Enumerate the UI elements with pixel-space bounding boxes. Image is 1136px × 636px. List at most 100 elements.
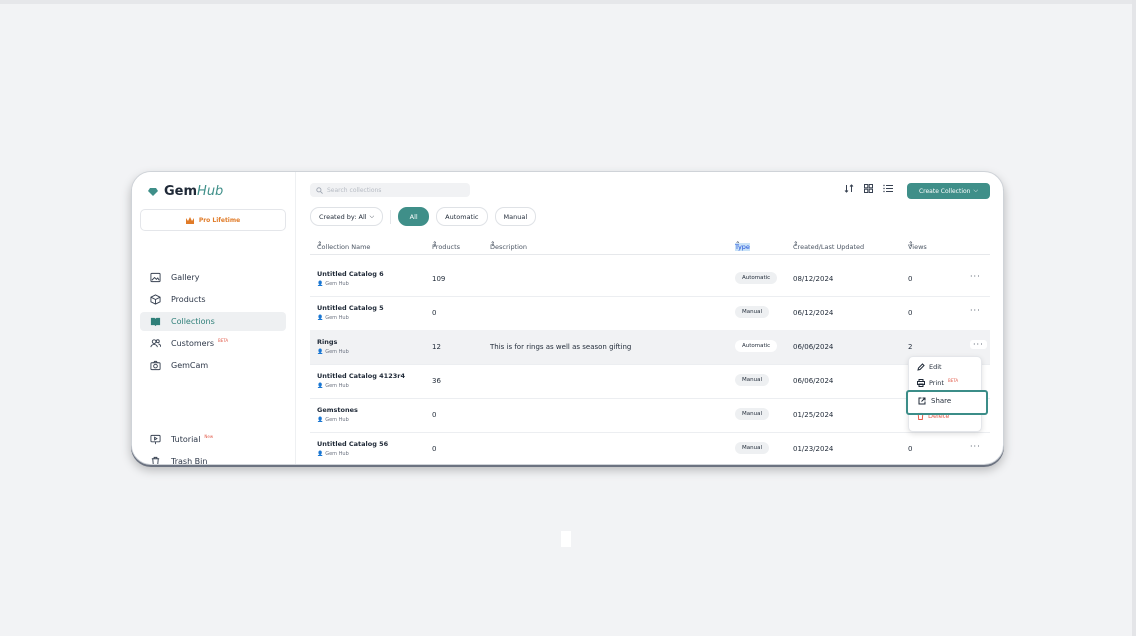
tab-automatic[interactable]: Automatic xyxy=(436,207,488,226)
filter-bar: Created by: All ⌵ All Automatic Manual xyxy=(310,207,537,226)
updated-date: 01/25/2024 xyxy=(793,411,834,419)
collection-owner: 👤 Gem Hub xyxy=(317,417,349,423)
header-type[interactable]: Type ⇕ xyxy=(735,240,750,251)
sidebar-item-gemcam[interactable]: GemCam xyxy=(140,356,286,375)
products-count: 0 xyxy=(432,309,437,317)
header-products[interactable]: Products ⇕ xyxy=(432,240,460,251)
sidebar-item-tutorial[interactable]: Tutorial New xyxy=(140,430,286,449)
views-count: 0 xyxy=(908,445,913,453)
list-view-icon[interactable] xyxy=(883,184,893,193)
type-badge: Automatic xyxy=(735,272,778,284)
collection-owner: 👤 Gem Hub xyxy=(317,315,349,321)
type-badge: Manual xyxy=(735,442,769,454)
beta-badge: BETA xyxy=(218,338,229,343)
updated-date: 06/06/2024 xyxy=(793,343,834,351)
chevron-down-icon: ⌵ xyxy=(369,212,375,220)
owner-label: Gem Hub xyxy=(325,281,349,287)
chevron-down-icon: ⌵ xyxy=(973,187,979,194)
search-input[interactable]: Search collections xyxy=(310,183,470,197)
header-views[interactable]: Views ⇕ xyxy=(908,240,927,251)
owner-label: Gem Hub xyxy=(325,451,349,457)
camera-icon xyxy=(150,360,161,371)
sort-icon[interactable] xyxy=(844,184,854,193)
tab-label: Manual xyxy=(503,212,528,221)
header-created-updated[interactable]: Created/Last Updated ⇕ xyxy=(793,240,864,251)
new-badge: New xyxy=(204,434,214,439)
grid-view-icon[interactable] xyxy=(864,184,873,193)
table-row[interactable]: Untitled Catalog 4123r4 👤 Gem Hub 36 Manu… xyxy=(310,364,990,399)
menu-item-label: Share xyxy=(931,397,952,405)
presentation-icon xyxy=(150,434,161,445)
window-right-edge xyxy=(1132,0,1136,636)
tab-label: All xyxy=(409,212,418,221)
window-top-edge xyxy=(0,0,1136,4)
table-row[interactable]: Rings 👤 Gem Hub 12 This is for rings as w… xyxy=(310,330,990,365)
header-label: Views xyxy=(908,243,927,251)
beta-badge: BETA xyxy=(947,378,959,383)
sidebar-item-label: Products xyxy=(171,295,206,304)
more-options-icon[interactable]: ··· xyxy=(970,272,981,281)
image-icon xyxy=(150,272,161,283)
collection-owner: 👤 Gem Hub xyxy=(317,383,349,389)
sidebar-bottom: Tutorial New Trash Bin xyxy=(140,430,286,464)
header-divider xyxy=(310,254,990,255)
table-row[interactable]: Untitled Catalog 5 👤 Gem Hub 0 Manual 06/… xyxy=(310,296,990,331)
table-row[interactable]: Untitled Catalog 56 👤 Gem Hub 0 Manual 01… xyxy=(310,432,990,464)
products-count: 0 xyxy=(432,411,437,419)
trash-icon xyxy=(151,456,160,464)
type-badge: Manual xyxy=(735,374,769,386)
crown-icon xyxy=(185,216,194,224)
more-options-icon[interactable]: ··· xyxy=(970,306,981,315)
tab-all[interactable]: All xyxy=(398,207,430,226)
owner-label: Gem Hub xyxy=(325,417,349,423)
collection-name: Untitled Catalog 5 xyxy=(317,304,384,312)
menu-item-share[interactable]: Share xyxy=(906,390,988,415)
create-collection-button[interactable]: Create Collection ⌵ xyxy=(907,183,990,199)
updated-date: 08/12/2024 xyxy=(793,275,834,283)
brand-logo[interactable]: Gem Hub xyxy=(148,184,223,199)
sidebar-item-products[interactable]: Products xyxy=(140,290,286,309)
sidebar: Gem Hub Pro Lifetime Gallery Products Col… xyxy=(132,172,296,464)
collection-name: Rings xyxy=(317,338,338,346)
user-icon: 👤 xyxy=(317,315,324,321)
type-badge: Manual xyxy=(735,306,769,318)
owner-label: Gem Hub xyxy=(325,383,349,389)
create-collection-label: Create Collection xyxy=(918,187,971,195)
header-label: Description xyxy=(490,243,528,251)
menu-item-print[interactable]: Print BETA xyxy=(917,378,959,387)
header-description[interactable]: Description ⇕ xyxy=(490,240,527,251)
more-options-icon[interactable]: ··· xyxy=(970,442,981,451)
views-count: 0 xyxy=(908,309,913,317)
sidebar-nav: Gallery Products Collections Customers B… xyxy=(140,268,286,378)
views-count: 0 xyxy=(908,275,913,283)
sidebar-item-gallery[interactable]: Gallery xyxy=(140,268,286,287)
brand-name-hub: Hub xyxy=(197,184,224,199)
cube-icon xyxy=(150,294,161,305)
printer-icon xyxy=(917,379,925,387)
filter-divider xyxy=(390,209,392,224)
sidebar-item-trash[interactable]: Trash Bin xyxy=(140,452,286,464)
menu-item-label: Edit xyxy=(929,363,942,371)
table-row[interactable]: Untitled Catalog 6 👤 Gem Hub 109 Automati… xyxy=(310,262,990,297)
header-collection-name[interactable]: Collection Name ⇕ xyxy=(317,240,370,251)
sidebar-item-label: Customers xyxy=(171,339,215,348)
views-count: 2 xyxy=(908,343,913,351)
user-icon: 👤 xyxy=(317,451,324,457)
more-options-icon[interactable]: ··· xyxy=(970,340,987,349)
pro-lifetime-label: Pro Lifetime xyxy=(198,216,241,224)
header-label: Type xyxy=(735,243,750,251)
menu-item-edit[interactable]: Edit xyxy=(917,363,942,371)
sidebar-item-collections[interactable]: Collections xyxy=(140,312,286,331)
users-icon xyxy=(150,339,161,348)
pencil-icon xyxy=(917,363,925,371)
search-icon xyxy=(316,186,323,194)
sidebar-item-customers[interactable]: Customers BETA xyxy=(140,334,286,353)
gem-icon xyxy=(148,187,158,196)
type-badge: Automatic xyxy=(735,340,778,352)
user-icon: 👤 xyxy=(317,383,324,389)
tab-manual[interactable]: Manual xyxy=(494,207,537,226)
pro-lifetime-button[interactable]: Pro Lifetime xyxy=(140,209,286,231)
owner-label: Gem Hub xyxy=(325,315,349,321)
table-row[interactable]: Gemstones 👤 Gem Hub 0 Manual 01/25/2024 xyxy=(310,398,990,433)
created-by-filter[interactable]: Created by: All ⌵ xyxy=(310,207,384,226)
